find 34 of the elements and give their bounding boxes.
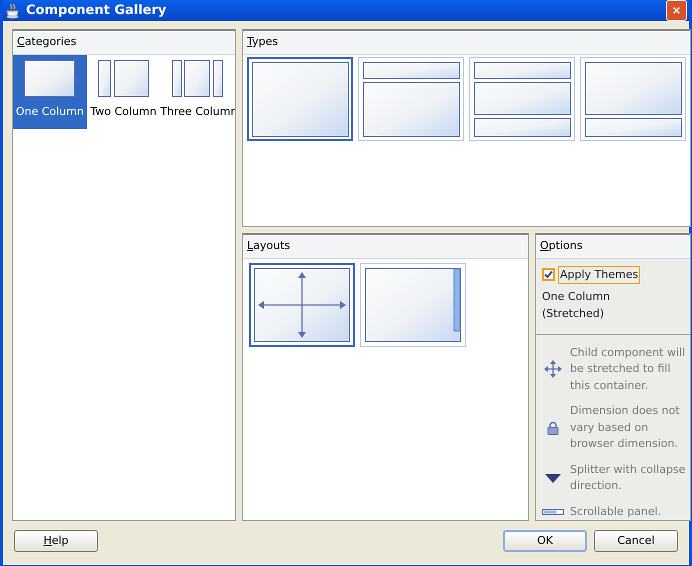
layout-thumbnail[interactable]: [360, 262, 466, 346]
cancel-button[interactable]: Cancel: [594, 530, 678, 552]
legend-text: Child component will be stretched to fill this container.: [570, 344, 686, 394]
legend-text: Splitter with collapse direction.: [570, 462, 686, 494]
ok-button[interactable]: OK: [503, 530, 587, 552]
help-button[interactable]: Help: [14, 530, 98, 552]
layout-thumbnail-icon: [171, 58, 224, 98]
type-thumbnail[interactable]: [247, 56, 353, 140]
type-thumbnail[interactable]: [358, 56, 464, 140]
panel-heading: Options: [540, 238, 582, 254]
move-arrows-icon: [543, 359, 563, 380]
layout-thumbnail[interactable]: [249, 262, 355, 346]
window-title: Component Gallery: [26, 2, 166, 20]
scrollbar-icon: [542, 508, 564, 515]
panel-heading: Types: [247, 34, 278, 50]
layout-thumbnail-icon: [96, 58, 150, 98]
legend-text: Dimension does not vary based on browser dimension.: [570, 403, 681, 452]
type-thumbnail[interactable]: [580, 56, 686, 140]
panel-heading: Layouts: [247, 238, 290, 254]
apply-themes-checkbox[interactable]: [542, 268, 555, 282]
panel-heading: Categories: [17, 34, 76, 50]
close-icon: [673, 5, 680, 16]
lock-icon: [547, 420, 559, 435]
type-thumbnail[interactable]: [469, 56, 575, 140]
legend-text: Scrollable panel.: [570, 504, 662, 520]
checkbox-label: Apply Themes: [558, 266, 640, 284]
layout-name: One Column (Stretched): [542, 289, 612, 322]
category-item[interactable]: Two Column: [86, 54, 160, 128]
down-triangle-icon: [545, 474, 561, 482]
category-item[interactable]: Three Columr: [160, 54, 235, 128]
category-item[interactable]: One Column: [13, 54, 87, 128]
layout-thumbnail-icon: [23, 58, 76, 98]
close-button[interactable]: [666, 0, 687, 21]
coffee-cup-icon: [5, 2, 21, 18]
